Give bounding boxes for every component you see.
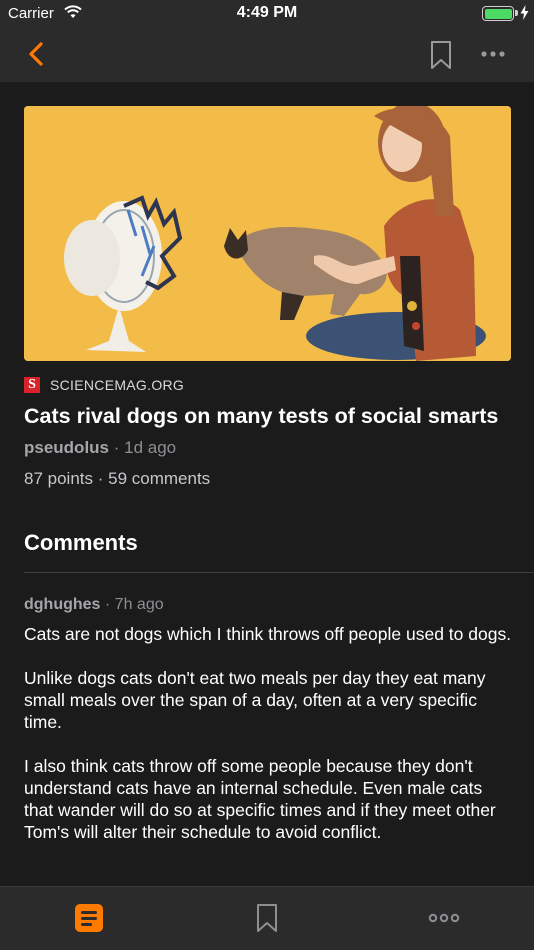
meta-separator: ·: [104, 596, 115, 613]
comment-paragraph: I also think cats throw off some people …: [24, 756, 496, 842]
charging-icon: [520, 5, 529, 20]
comment-body[interactable]: Cats are not dogs which I think throws o…: [24, 623, 514, 865]
tab-bar: [0, 886, 534, 950]
story-age: 1d ago: [124, 438, 177, 457]
meta-separator: ·: [113, 438, 125, 457]
comments-divider: [24, 572, 534, 573]
battery-icon: [482, 6, 514, 21]
source-domain: SCIENCEMAG.ORG: [50, 377, 185, 393]
story-author[interactable]: pseudolus: [24, 438, 109, 457]
more-button[interactable]: [478, 42, 508, 66]
comment-author[interactable]: dghughes: [24, 596, 100, 613]
comment-paragraph: Unlike dogs cats don't eat two meals per…: [24, 668, 486, 732]
story-stats: 87 points · 59 comments: [24, 469, 210, 489]
back-button[interactable]: [22, 38, 52, 70]
comment-age: 7h ago: [114, 596, 164, 613]
story-source[interactable]: S SCIENCEMAG.ORG: [24, 376, 184, 394]
comments-heading: Comments: [24, 530, 138, 555]
story-image[interactable]: [24, 106, 511, 361]
bookmark-button[interactable]: [428, 40, 454, 70]
comment-paragraph: Cats are not dogs which I think throws o…: [24, 624, 512, 644]
stats-separator: ·: [97, 469, 109, 488]
story-image-illustration: [24, 106, 511, 361]
navigation-bar: [0, 28, 534, 82]
clock: 4:49 PM: [236, 4, 298, 21]
story-comments-count[interactable]: 59 comments: [108, 469, 210, 488]
story-meta: pseudolus · 1d ago: [24, 438, 176, 458]
tab-stories[interactable]: [74, 903, 104, 933]
story-title[interactable]: Cats rival dogs on many tests of social …: [24, 402, 514, 430]
status-bar: Carrier 4:49 PM: [0, 0, 534, 28]
battery-fill: [484, 8, 512, 19]
tab-bookmarks[interactable]: [255, 903, 279, 933]
story-points: 87 points: [24, 469, 93, 488]
comment-meta: dghughes · 7h ago: [24, 596, 164, 614]
source-logo: S: [24, 377, 40, 393]
tab-more[interactable]: [428, 908, 460, 928]
battery-tip: [515, 10, 518, 16]
